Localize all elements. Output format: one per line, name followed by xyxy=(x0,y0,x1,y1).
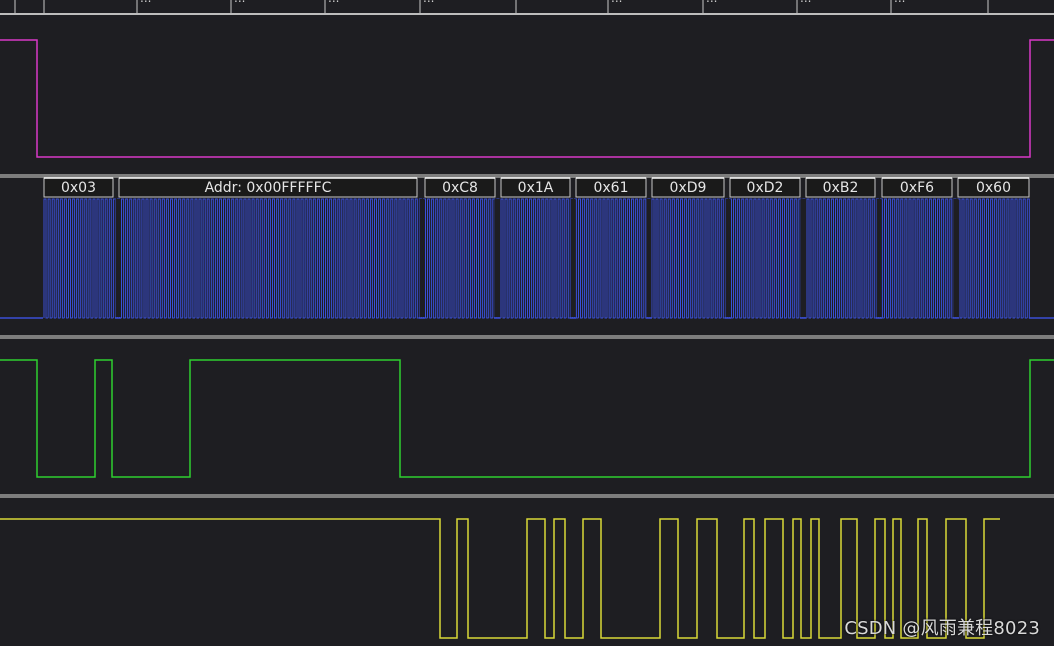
time-ruler: ........................ xyxy=(0,0,1054,15)
clk-byte-gap xyxy=(115,199,121,317)
decode-label: 0x1A xyxy=(518,180,554,196)
decode-label: 0x03 xyxy=(61,180,96,196)
clk-byte-gap xyxy=(876,199,882,317)
ruler-tick-label: ... xyxy=(328,0,339,5)
channel-clk-waveform[interactable] xyxy=(0,198,1054,319)
clk-trace xyxy=(43,198,1032,319)
ruler-tick-label: ... xyxy=(611,0,622,5)
decode-label: 0xD9 xyxy=(670,180,707,196)
decode-label: 0xD2 xyxy=(747,180,784,196)
cs-trace xyxy=(0,39,1054,158)
clk-byte-gap xyxy=(646,199,652,317)
spi-decode-row: 0x03 Addr: 0x00FFFFFC 0xC8 0x1A 0x61 0xD9 0xD2… xyxy=(43,177,1030,198)
ruler-tick-label: ... xyxy=(140,0,151,5)
channel-mosi-waveform[interactable] xyxy=(0,359,1054,478)
decode-label: 0x61 xyxy=(593,180,628,196)
decode-label: 0xC8 xyxy=(442,180,478,196)
ruler-tick-label: ... xyxy=(894,0,905,5)
ruler-tick-label: ... xyxy=(423,0,434,5)
clk-byte-gap xyxy=(494,199,500,317)
clk-byte-gap xyxy=(570,199,576,317)
decode-label: 0xB2 xyxy=(823,180,859,196)
ruler-tick-label: ... xyxy=(706,0,717,5)
decode-label: 0x60 xyxy=(976,180,1011,196)
logic-analyzer-view: ........................ 0x03 Addr: 0x00F… xyxy=(0,0,1054,646)
channel-cs-waveform[interactable] xyxy=(0,39,1054,158)
clk-byte-gap xyxy=(953,199,959,317)
channel-divider xyxy=(0,494,1054,498)
clk-byte-gap xyxy=(725,199,731,317)
ruler-tick-label: ... xyxy=(800,0,811,5)
ruler-tick-label: ... xyxy=(234,0,245,5)
channel-divider xyxy=(0,335,1054,339)
watermark-text: CSDN @风雨兼程8023 xyxy=(844,618,1040,639)
decode-label: Addr: 0x00FFFFFC xyxy=(205,180,332,196)
decode-label: 0xF6 xyxy=(900,180,934,196)
clk-byte-gap xyxy=(800,199,806,317)
waveform-canvas[interactable]: ........................ 0x03 Addr: 0x00F… xyxy=(0,0,1054,646)
clk-byte-gap xyxy=(419,199,425,317)
mosi-trace xyxy=(0,359,1054,478)
